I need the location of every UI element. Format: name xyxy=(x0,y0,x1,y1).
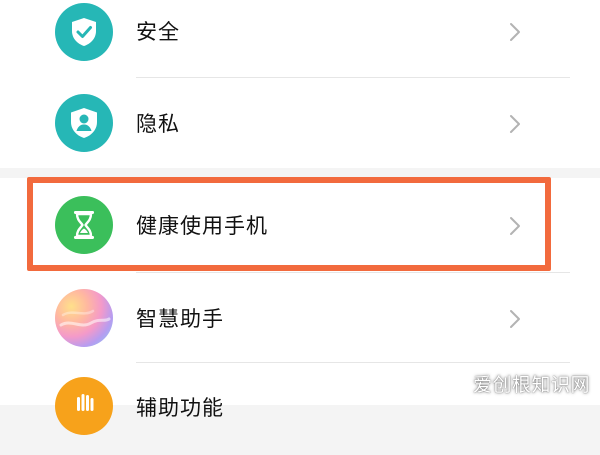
shield-check-icon xyxy=(55,3,113,61)
gradient-orb-icon xyxy=(55,289,113,347)
highlight-frame xyxy=(27,177,551,271)
privacy-shield-icon xyxy=(55,94,113,152)
watermark: 爱创根知识网 xyxy=(472,374,590,396)
settings-item-label: 辅助功能 xyxy=(136,396,224,420)
chevron-right-icon xyxy=(510,23,520,41)
settings-item-label: 隐私 xyxy=(136,112,180,136)
hand-icon xyxy=(55,377,113,435)
settings-item-smart-assistant[interactable]: 智慧助手 xyxy=(0,273,600,365)
settings-item-label: 智慧助手 xyxy=(136,307,224,331)
settings-item-privacy[interactable]: 隐私 xyxy=(0,78,600,170)
chevron-right-icon xyxy=(510,115,520,133)
settings-item-label: 安全 xyxy=(136,20,180,44)
chevron-right-icon xyxy=(510,310,520,328)
settings-item-security[interactable]: 安全 xyxy=(0,0,600,78)
